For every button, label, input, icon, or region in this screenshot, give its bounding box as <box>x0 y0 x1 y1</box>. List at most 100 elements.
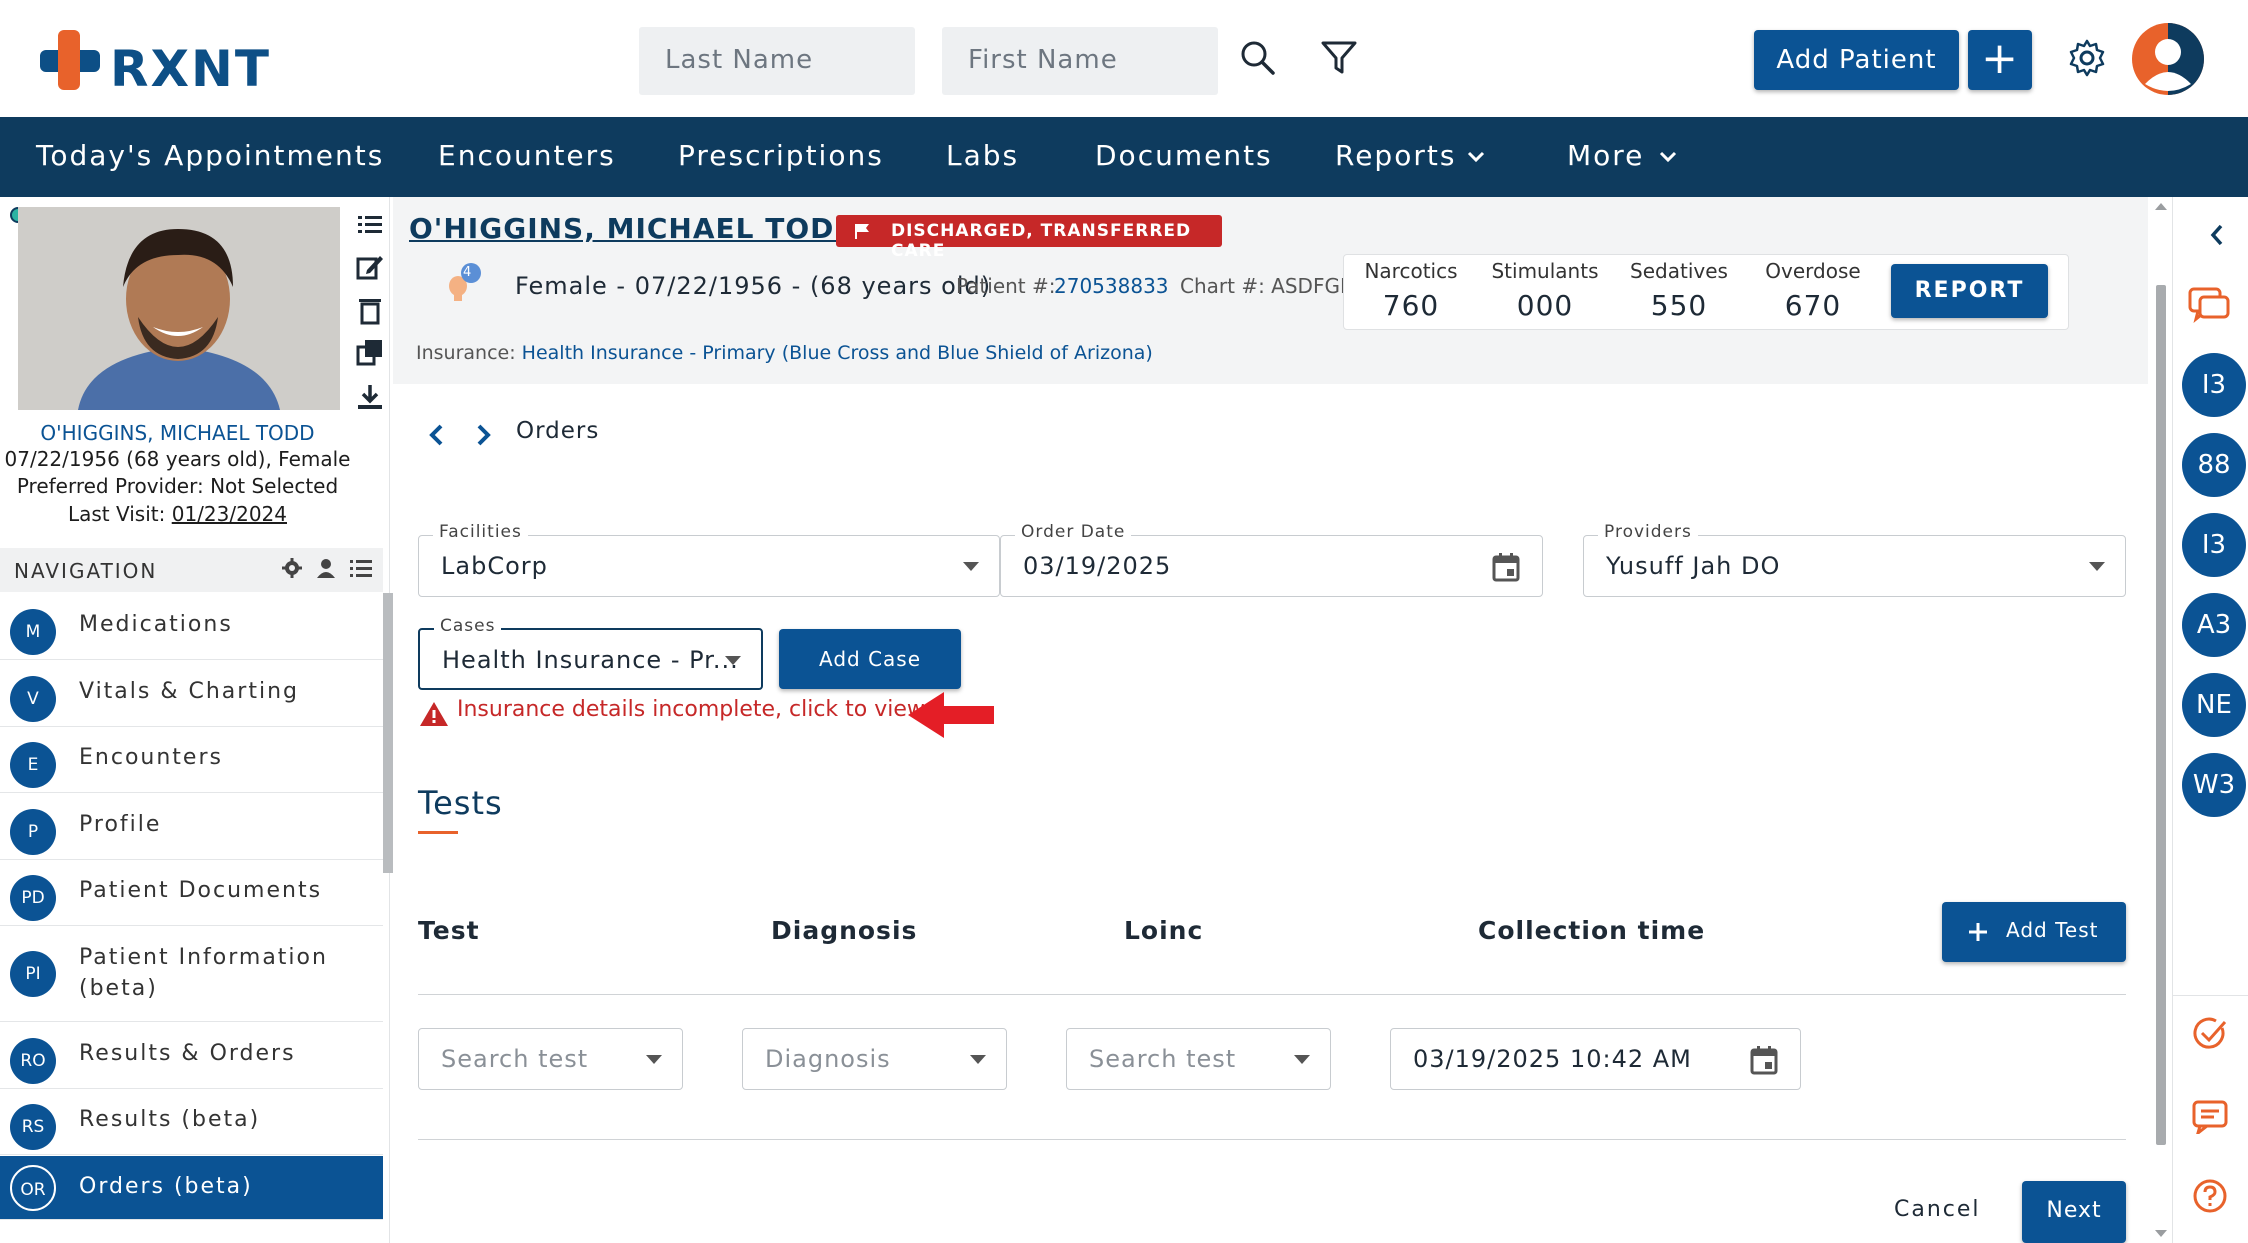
cases-select[interactable]: Cases Health Insurance - Pr... <box>418 616 763 690</box>
help-icon[interactable] <box>2192 1178 2228 1214</box>
score-stimulants: Stimulants 000 <box>1478 255 1612 322</box>
providers-select[interactable]: Providers Yusuff Jah DO <box>1583 522 2126 597</box>
collection-time-field[interactable]: 03/19/2025 10:42 AM <box>1390 1028 1801 1090</box>
caret-down-icon <box>2089 562 2105 571</box>
providers-value: Yusuff Jah DO <box>1606 552 1781 580</box>
nav-settings-icon[interactable] <box>281 557 303 579</box>
facilities-select[interactable]: Facilities LabCorp <box>418 522 1000 597</box>
table-row-divider <box>418 1139 2126 1140</box>
calendar-icon[interactable] <box>1492 552 1520 582</box>
sidebar-item-profile[interactable]: P Profile <box>0 794 383 860</box>
next-button[interactable]: Next <box>2022 1181 2126 1243</box>
last-visit-date[interactable]: 01/23/2024 <box>172 502 287 526</box>
side-panel-scrollbar[interactable] <box>383 593 393 873</box>
rail-badge-2[interactable]: 88 <box>2182 433 2246 497</box>
test-search-select[interactable]: Search test <box>418 1028 683 1090</box>
patient-photo <box>18 207 340 410</box>
order-date-field[interactable]: Order Date 03/19/2025 <box>1000 522 1543 597</box>
rail-badge-4[interactable]: A3 <box>2182 593 2246 657</box>
facilities-label: Facilities <box>433 522 528 542</box>
message-icon[interactable] <box>2192 1100 2228 1134</box>
last-name-search-input[interactable]: Last Name <box>639 27 915 95</box>
scroll-down-icon[interactable] <box>2154 1229 2168 1239</box>
nav-labs[interactable]: Labs <box>946 139 1019 172</box>
sidebar-item-vitals-charting[interactable]: V Vitals & Charting <box>0 661 383 727</box>
sidebar-item-label: Profile <box>79 812 162 837</box>
sidebar-item-orders-beta[interactable]: OR Orders (beta) <box>0 1156 383 1220</box>
sidebar-item-label: Encounters <box>79 745 223 770</box>
report-button[interactable]: REPORT <box>1891 264 2048 318</box>
side-patient-dob: 07/22/1956 (68 years old), Female <box>4 447 351 471</box>
side-patient-name[interactable]: O'HIGGINS, MICHAEL TODD <box>0 421 355 445</box>
nav-documents[interactable]: Documents <box>1095 139 1273 172</box>
table-header-divider <box>418 994 2126 995</box>
copy-icon[interactable] <box>355 337 385 367</box>
rail-badge-3[interactable]: I3 <box>2182 513 2246 577</box>
insurance-warning-link[interactable]: Insurance details incomplete, click to v… <box>457 697 925 722</box>
scroll-up-icon[interactable] <box>2154 201 2168 211</box>
diagnosis-select[interactable]: Diagnosis <box>742 1028 1007 1090</box>
sidebar-item-label: Results (beta) <box>79 1107 261 1132</box>
nav-person-icon[interactable] <box>315 557 337 579</box>
sidebar-item-encounters[interactable]: E Encounters <box>0 727 383 793</box>
sidebar-item-results-orders[interactable]: RO Results & Orders <box>0 1023 383 1089</box>
trash-icon[interactable] <box>355 295 385 325</box>
calendar-icon[interactable] <box>1750 1045 1778 1075</box>
filter-icon[interactable] <box>1319 38 1359 78</box>
sidebar-item-patient-information[interactable]: PI Patient Information (beta) <box>0 927 383 1022</box>
back-chevron-icon[interactable] <box>426 422 448 448</box>
status-badge-text: DISCHARGED, TRANSFERRED CARE <box>891 221 1192 261</box>
patient-name-title[interactable]: O'HIGGINS, MICHAEL TODD <box>409 212 859 245</box>
last-visit-label: Last Visit: <box>67 502 166 526</box>
nav-prescriptions[interactable]: Prescriptions <box>678 139 884 172</box>
add-case-button[interactable]: Add Case <box>779 629 961 689</box>
rail-badge-1[interactable]: I3 <box>2182 353 2246 417</box>
nav-list-icon[interactable] <box>349 557 373 579</box>
navigation-title: NAVIGATION <box>14 559 158 583</box>
side-last-visit: Last Visit: 01/23/2024 <box>0 502 355 526</box>
nav-more[interactable]: More <box>1567 139 1644 172</box>
gear-icon[interactable] <box>2067 38 2107 78</box>
reports-chevron-down-icon[interactable] <box>1467 150 1485 164</box>
facilities-value: LabCorp <box>441 552 548 580</box>
add-test-button[interactable]: Add Test <box>1942 902 2126 962</box>
collection-time-value: 03/19/2025 10:42 AM <box>1413 1045 1692 1073</box>
navigation-header: NAVIGATION <box>0 548 383 592</box>
main-scrollbar[interactable] <box>2156 285 2166 1145</box>
sidebar-item-patient-documents[interactable]: PD Patient Documents <box>0 860 383 926</box>
nav-encounters[interactable]: Encounters <box>438 139 616 172</box>
collapse-chevron-icon[interactable] <box>2207 222 2227 248</box>
rail-badge-6[interactable]: W3 <box>2182 753 2246 817</box>
sidebar-item-results-beta[interactable]: RS Results (beta) <box>0 1089 383 1155</box>
rxnt-logo-icon <box>40 30 100 90</box>
forward-chevron-icon[interactable] <box>472 422 494 448</box>
chat-bubbles-icon[interactable] <box>2188 285 2230 325</box>
task-check-icon[interactable] <box>2192 1016 2228 1052</box>
download-icon[interactable] <box>355 382 385 412</box>
user-avatar-icon[interactable] <box>2131 22 2205 96</box>
alert-bulb-icon[interactable] <box>440 262 484 306</box>
column-header-collection-time: Collection time <box>1478 916 1706 945</box>
list-icon[interactable] <box>355 210 385 240</box>
insurance-link[interactable]: Health Insurance - Primary (Blue Cross a… <box>522 342 1153 364</box>
cancel-button[interactable]: Cancel <box>1894 1197 1981 1222</box>
rail-divider <box>2172 995 2248 996</box>
add-plus-button[interactable]: + <box>1968 30 2032 90</box>
patient-number-label: Patient #: <box>956 274 1056 298</box>
search-icon[interactable] <box>1238 38 1278 78</box>
sidebar-item-label-beta: (beta) <box>79 976 158 1001</box>
nav-reports[interactable]: Reports <box>1335 139 1456 172</box>
edit-icon[interactable] <box>355 252 385 282</box>
sidebar-item-label: Patient Documents <box>79 878 323 903</box>
first-name-search-input[interactable]: First Name <box>942 27 1218 95</box>
sidebar-item-medications[interactable]: M Medications <box>0 594 383 660</box>
patient-number[interactable]: 270538833 <box>1054 274 1169 298</box>
rail-badge-5[interactable]: NE <box>2182 673 2246 737</box>
sidebar-item-label: Vitals & Charting <box>79 679 299 704</box>
more-chevron-down-icon[interactable] <box>1659 150 1677 164</box>
add-patient-button[interactable]: Add Patient <box>1754 30 1959 90</box>
score-value: 760 <box>1382 289 1440 322</box>
nav-todays-appointments[interactable]: Today's Appointments <box>36 139 384 172</box>
loinc-search-select[interactable]: Search test <box>1066 1028 1331 1090</box>
test-search-placeholder: Search test <box>441 1045 589 1073</box>
